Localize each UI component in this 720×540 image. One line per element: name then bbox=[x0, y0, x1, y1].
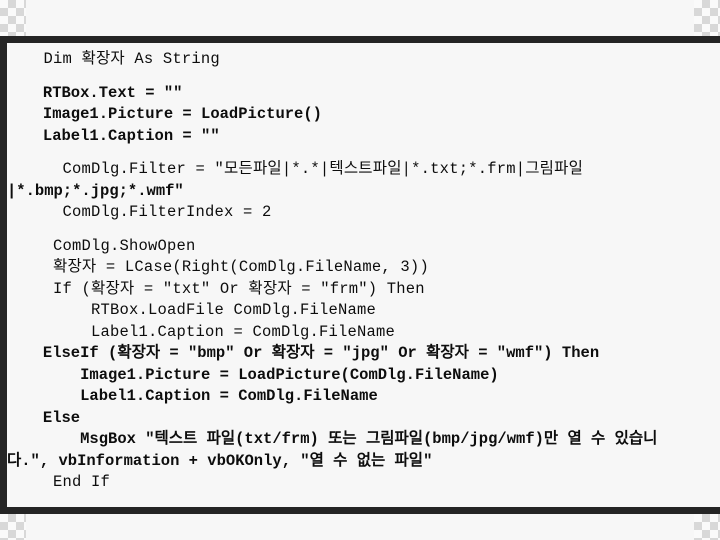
checkerboard-decoration-bottom-left bbox=[0, 514, 26, 540]
checkerboard-decoration-bottom-right bbox=[694, 514, 720, 540]
code-line: Label1.Caption = "" bbox=[15, 126, 220, 145]
code-listing-body: Dim 확장자 As String RTBox.Text = "" Image1… bbox=[7, 43, 720, 507]
code-line: MsgBox "텍스트 파일(txt/frm) 또는 그림파일(bmp/jpg/… bbox=[15, 430, 658, 448]
checkerboard-decoration-top-right bbox=[694, 0, 720, 36]
checkerboard-decoration-top-left bbox=[0, 0, 26, 36]
code-listing-frame: Dim 확장자 As String RTBox.Text = "" Image1… bbox=[0, 36, 720, 514]
code-line: ComDlg.ShowOpen bbox=[15, 236, 196, 255]
code-line: If (확장자 = "txt" Or 확장자 = "frm") Then bbox=[15, 279, 425, 298]
code-line: ElseIf (확장자 = "bmp" Or 확장자 = "jpg" Or 확장… bbox=[15, 344, 600, 362]
code-line: RTBox.Text = "" bbox=[15, 83, 183, 102]
code-line: Image1.Picture = LoadPicture() bbox=[15, 105, 322, 123]
code-line: Label1.Caption = ComDlg.FileName bbox=[15, 387, 378, 405]
code-line: Label1.Caption = ComDlg.FileName bbox=[15, 322, 396, 341]
code-line: Dim 확장자 As String bbox=[15, 50, 220, 68]
code-line: End If bbox=[15, 473, 111, 491]
code-line: 다.", vbInformation + vbOKOnly, "열 수 없는 파… bbox=[7, 451, 433, 470]
code-line: |*.bmp;*.jpg;*.wmf" bbox=[7, 181, 184, 200]
code-line: ComDlg.FilterIndex = 2 bbox=[15, 203, 272, 221]
code-line: ComDlg.Filter = "모든파일|*.*|텍스트파일|*.txt;*.… bbox=[15, 160, 584, 178]
code-line: Else bbox=[15, 408, 81, 427]
code-line: 확장자 = LCase(Right(ComDlg.FileName, 3)) bbox=[15, 258, 429, 276]
code-line: Image1.Picture = LoadPicture(ComDlg.File… bbox=[15, 365, 499, 384]
code-line: RTBox.LoadFile ComDlg.FileName bbox=[15, 301, 377, 319]
